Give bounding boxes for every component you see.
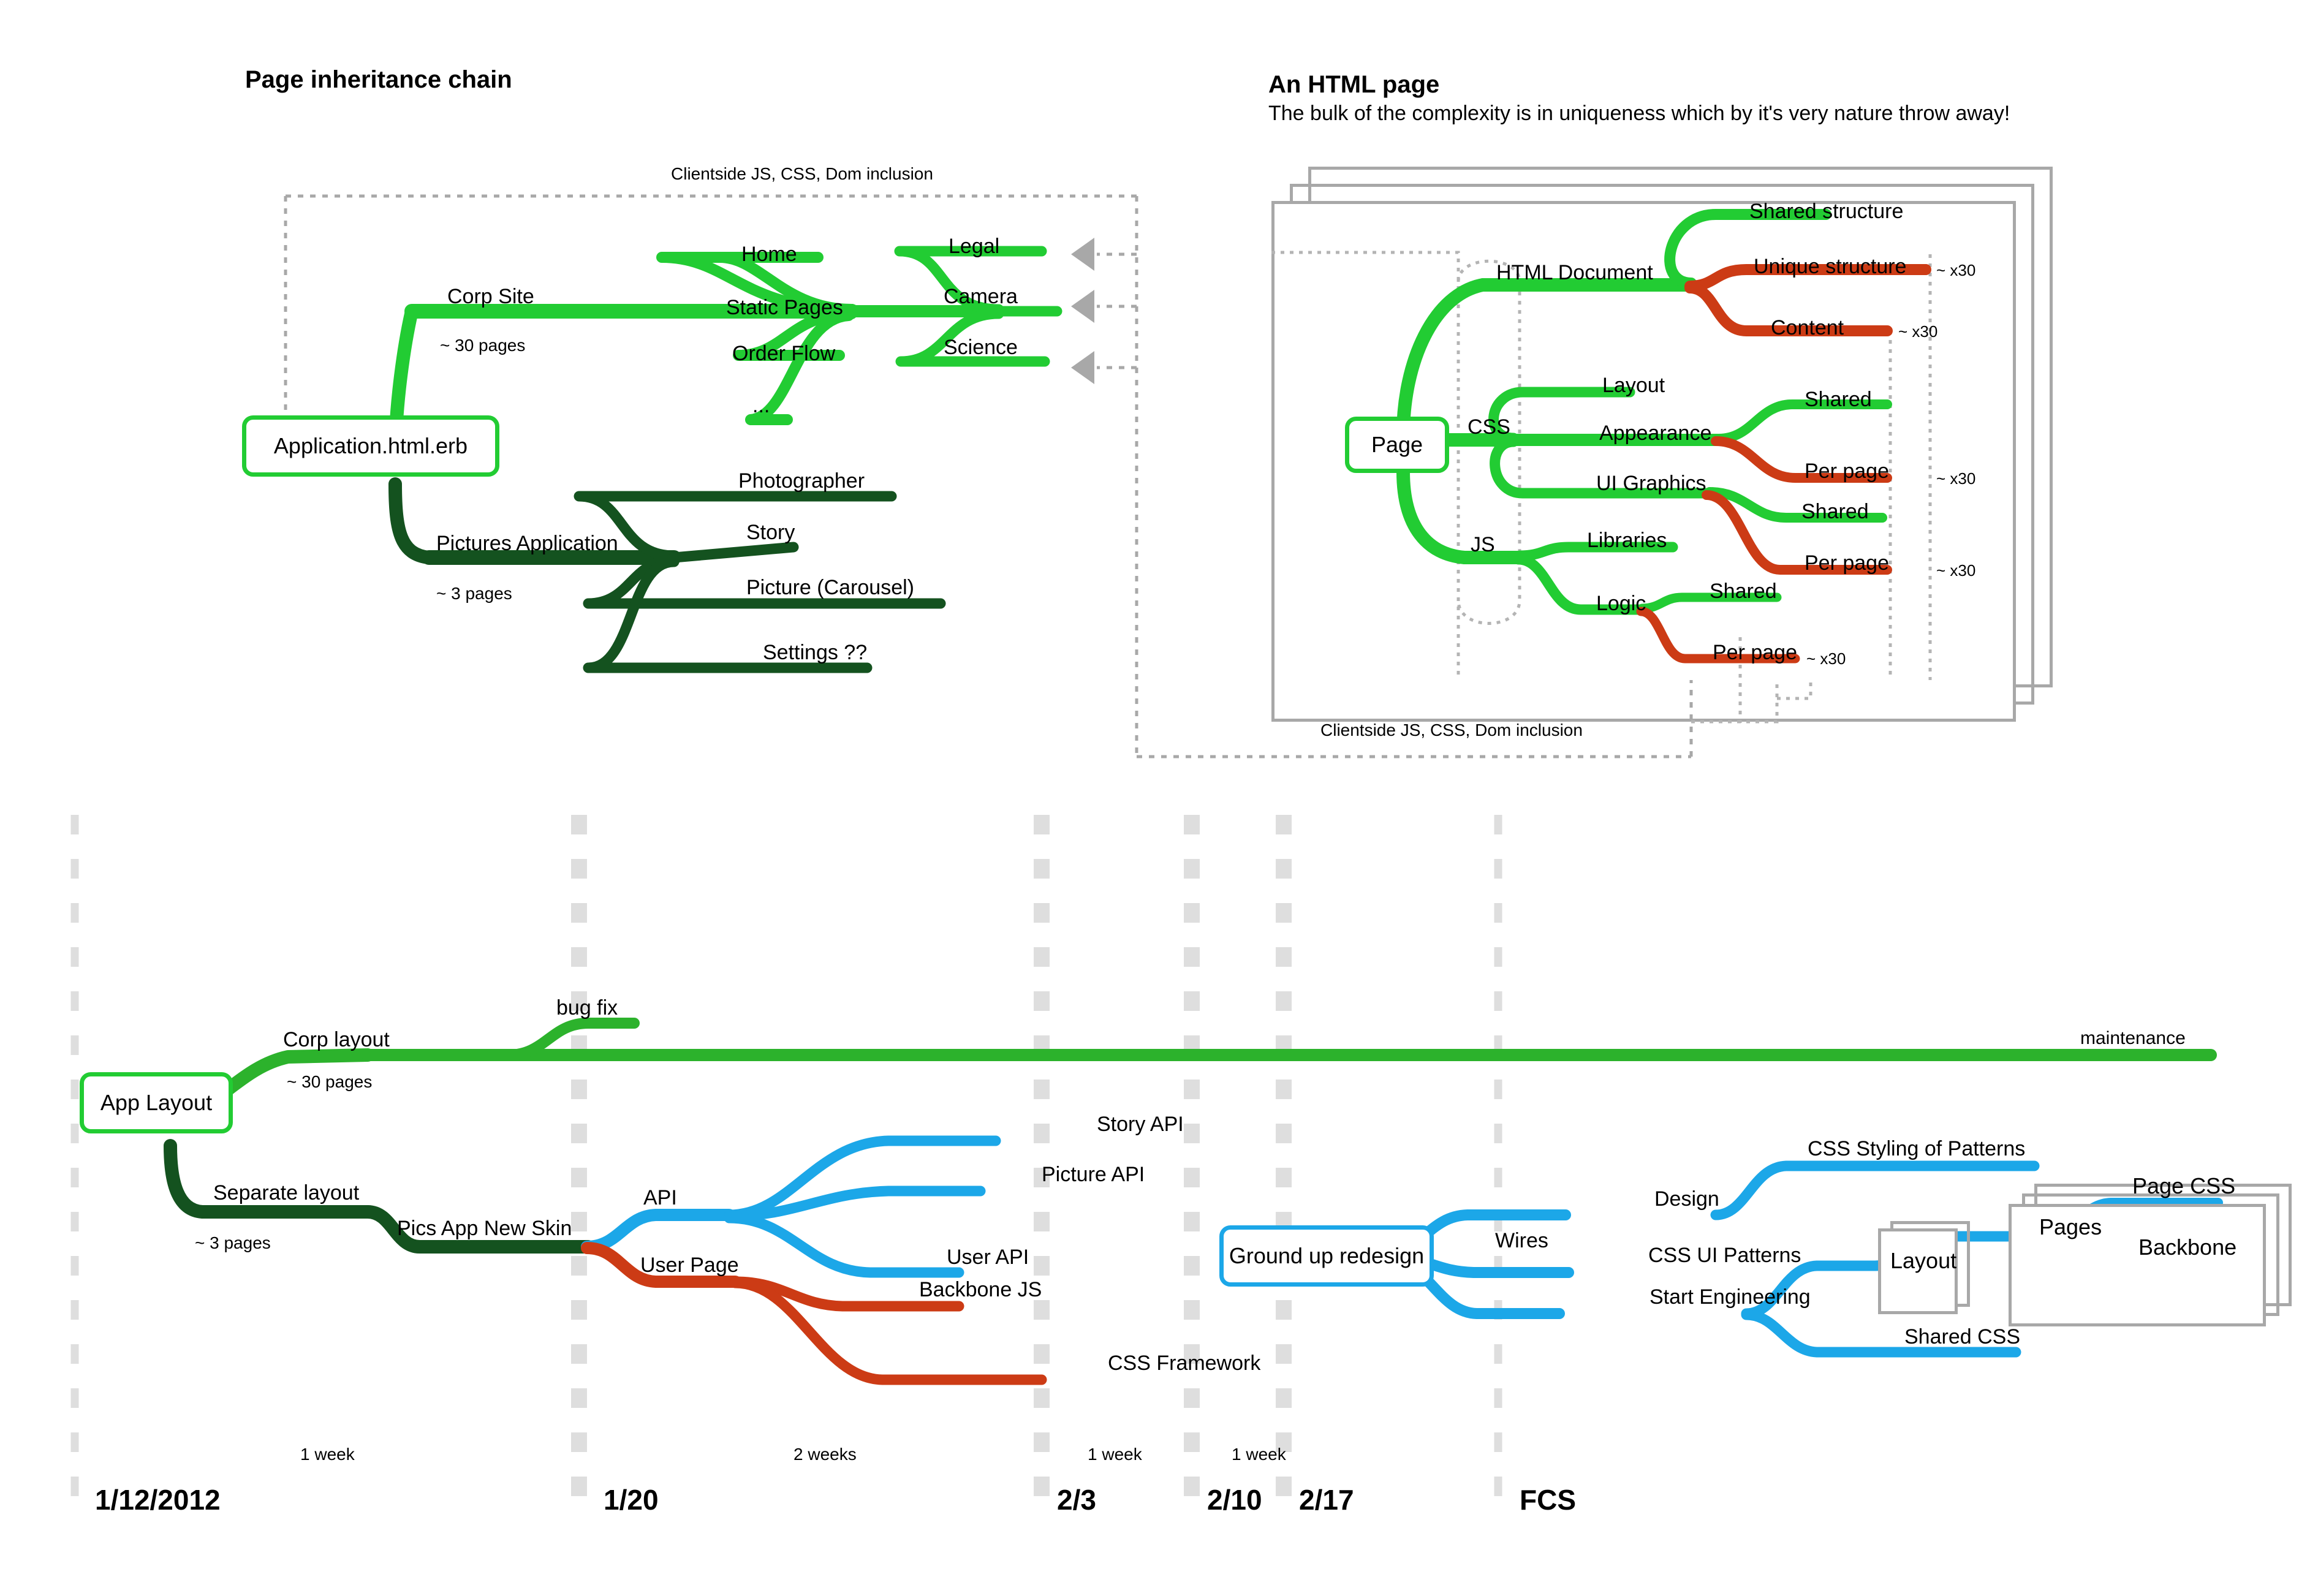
node-home: Home — [741, 243, 797, 266]
app-layout-box[interactable]: App Layout — [80, 1072, 233, 1133]
multiplier-per-page-1: ~ x30 — [1936, 469, 1976, 488]
application-html-erb-label: Application.html.erb — [273, 433, 468, 458]
node-corp-site: Corp Site — [447, 285, 534, 308]
multiplier-content: ~ x30 — [1898, 322, 1938, 341]
node-per-page-1: Per page — [1805, 460, 1889, 483]
node-shared-1: Shared — [1805, 388, 1872, 411]
branch-story-api: Story API — [1097, 1113, 1184, 1136]
branch-picture-api: Picture API — [1042, 1163, 1145, 1186]
node-per-page-3: Per page — [1713, 641, 1797, 664]
date-label-4: 2/17 — [1299, 1484, 1354, 1516]
node-css: CSS — [1468, 415, 1510, 439]
edge-api-user — [724, 1212, 964, 1278]
branch-separate-layout: Separate layout — [213, 1181, 360, 1205]
branch-css-styling-of-patterns: CSS Styling of Patterns — [1808, 1137, 2026, 1160]
multiplier-unique-structure: ~ x30 — [1936, 261, 1976, 279]
branch-bug-fix: bug fix — [556, 996, 618, 1019]
duration-label-3: 1 week — [1232, 1445, 1286, 1464]
app-layout-label: App Layout — [100, 1090, 213, 1115]
inclusion-label-bottom: Clientside JS, CSS, Dom inclusion — [1320, 720, 1583, 739]
branch-maintenance: maintenance — [2080, 1028, 2186, 1048]
note-corp-layout-pages: ~ 30 pages — [287, 1072, 373, 1091]
node-logic: Logic — [1596, 592, 1646, 615]
date-label-2: 2/3 — [1057, 1484, 1096, 1516]
branch-wires: Wires — [1495, 1229, 1548, 1252]
ground-up-redesign-label: Ground up redesign — [1229, 1243, 1425, 1268]
branch-api: API — [643, 1186, 677, 1209]
branch-design: Design — [1654, 1187, 1719, 1211]
branch-backbone-js: Backbone JS — [919, 1278, 1042, 1301]
note-corp-site-pages: ~ 30 pages — [440, 336, 526, 355]
node-science: Science — [944, 336, 1018, 359]
node-libraries: Libraries — [1587, 529, 1667, 552]
node-pictures-application: Pictures Application — [436, 532, 618, 555]
node-unique-structure: Unique structure — [1754, 255, 1907, 278]
edge-page-to-js — [1396, 465, 1471, 564]
node-content: Content — [1771, 316, 1844, 339]
branch-shared-css: Shared CSS — [1904, 1325, 2020, 1348]
multiplier-per-page-2: ~ x30 — [1936, 561, 1976, 580]
note-separate-layout-pages: ~ 3 pages — [195, 1233, 271, 1252]
ground-up-redesign-box[interactable]: Ground up redesign — [1219, 1225, 1434, 1287]
node-layout: Layout — [1602, 374, 1665, 397]
branch-css-ui-patterns: CSS UI Patterns — [1648, 1244, 1801, 1267]
group-dotted-outer-top — [1271, 251, 1460, 441]
node-appearance: Appearance — [1599, 422, 1712, 445]
edge-pics-photographer — [574, 491, 897, 561]
node-order-flow: Order Flow — [732, 342, 836, 365]
diagram-canvas: Page inheritance chain An HTML page The … — [0, 0, 2299, 1596]
date-label-0: 1/12/2012 — [95, 1484, 221, 1516]
date-label-5: FCS — [1520, 1484, 1576, 1516]
node-ellipsis: ... — [752, 394, 770, 417]
node-shared-2: Shared — [1801, 500, 1869, 523]
page-box-label: Page — [1371, 432, 1423, 457]
duration-label-0: 1 week — [300, 1445, 355, 1464]
date-label-1: 1/20 — [604, 1484, 659, 1516]
edge-design-cssstyling — [1710, 1160, 2040, 1220]
node-picture-carousel: Picture (Carousel) — [746, 576, 914, 599]
page-box[interactable]: Page — [1345, 417, 1449, 473]
branch-css-framework: CSS Framework — [1108, 1352, 1261, 1375]
node-photographer: Photographer — [738, 469, 865, 493]
node-per-page-2: Per page — [1805, 551, 1889, 575]
edge-app-to-pics — [388, 477, 436, 564]
inclusion-bottom-branch-b — [1777, 680, 1812, 700]
node-ui-graphics: UI Graphics — [1596, 472, 1706, 495]
node-settings: Settings ?? — [763, 641, 868, 664]
branch-user-api: User API — [947, 1246, 1029, 1269]
node-camera: Camera — [944, 285, 1018, 308]
branch-start-engineering: Start Engineering — [1649, 1285, 1811, 1309]
edge-pics-story — [668, 542, 799, 563]
node-html-document: HTML Document — [1496, 261, 1653, 284]
node-shared-3: Shared — [1710, 580, 1777, 603]
duration-label-2: 1 week — [1088, 1445, 1142, 1464]
branch-backbone: Backbone — [2138, 1235, 2237, 1260]
node-story: Story — [746, 521, 795, 544]
branch-pages: Pages — [2039, 1214, 2102, 1239]
edge-api-story — [724, 1135, 1001, 1220]
application-html-erb-box[interactable]: Application.html.erb — [242, 415, 499, 477]
note-pictures-application-pages: ~ 3 pages — [436, 584, 512, 603]
arrow-left-icon-3 — [1071, 351, 1094, 384]
node-shared-structure: Shared structure — [1749, 200, 1904, 223]
inclusion-label-top: Clientside JS, CSS, Dom inclusion — [671, 164, 933, 183]
branch-user-page: User Page — [640, 1254, 739, 1277]
node-static-pages: Static Pages — [726, 296, 843, 319]
node-js: JS — [1471, 533, 1495, 556]
inclusion-bottom-branch-a — [1691, 680, 1779, 724]
multiplier-per-page-3: ~ x30 — [1806, 649, 1846, 668]
arrow-left-icon-2 — [1071, 290, 1094, 323]
branch-page-css: Page CSS — [2132, 1173, 2236, 1198]
edge-picsapp-api — [581, 1209, 735, 1253]
date-label-3: 2/10 — [1207, 1484, 1262, 1516]
branch-pics-app-new-skin: Pics App New Skin — [397, 1217, 572, 1240]
branch-corp-layout: Corp layout — [283, 1028, 390, 1051]
arrow-left-icon-1 — [1071, 238, 1094, 271]
edge-page-to-htmldoc — [1396, 278, 1490, 442]
node-legal: Legal — [949, 235, 1000, 258]
duration-label-1: 2 weeks — [793, 1445, 857, 1464]
branch-layout-box: Layout — [1890, 1248, 1957, 1273]
